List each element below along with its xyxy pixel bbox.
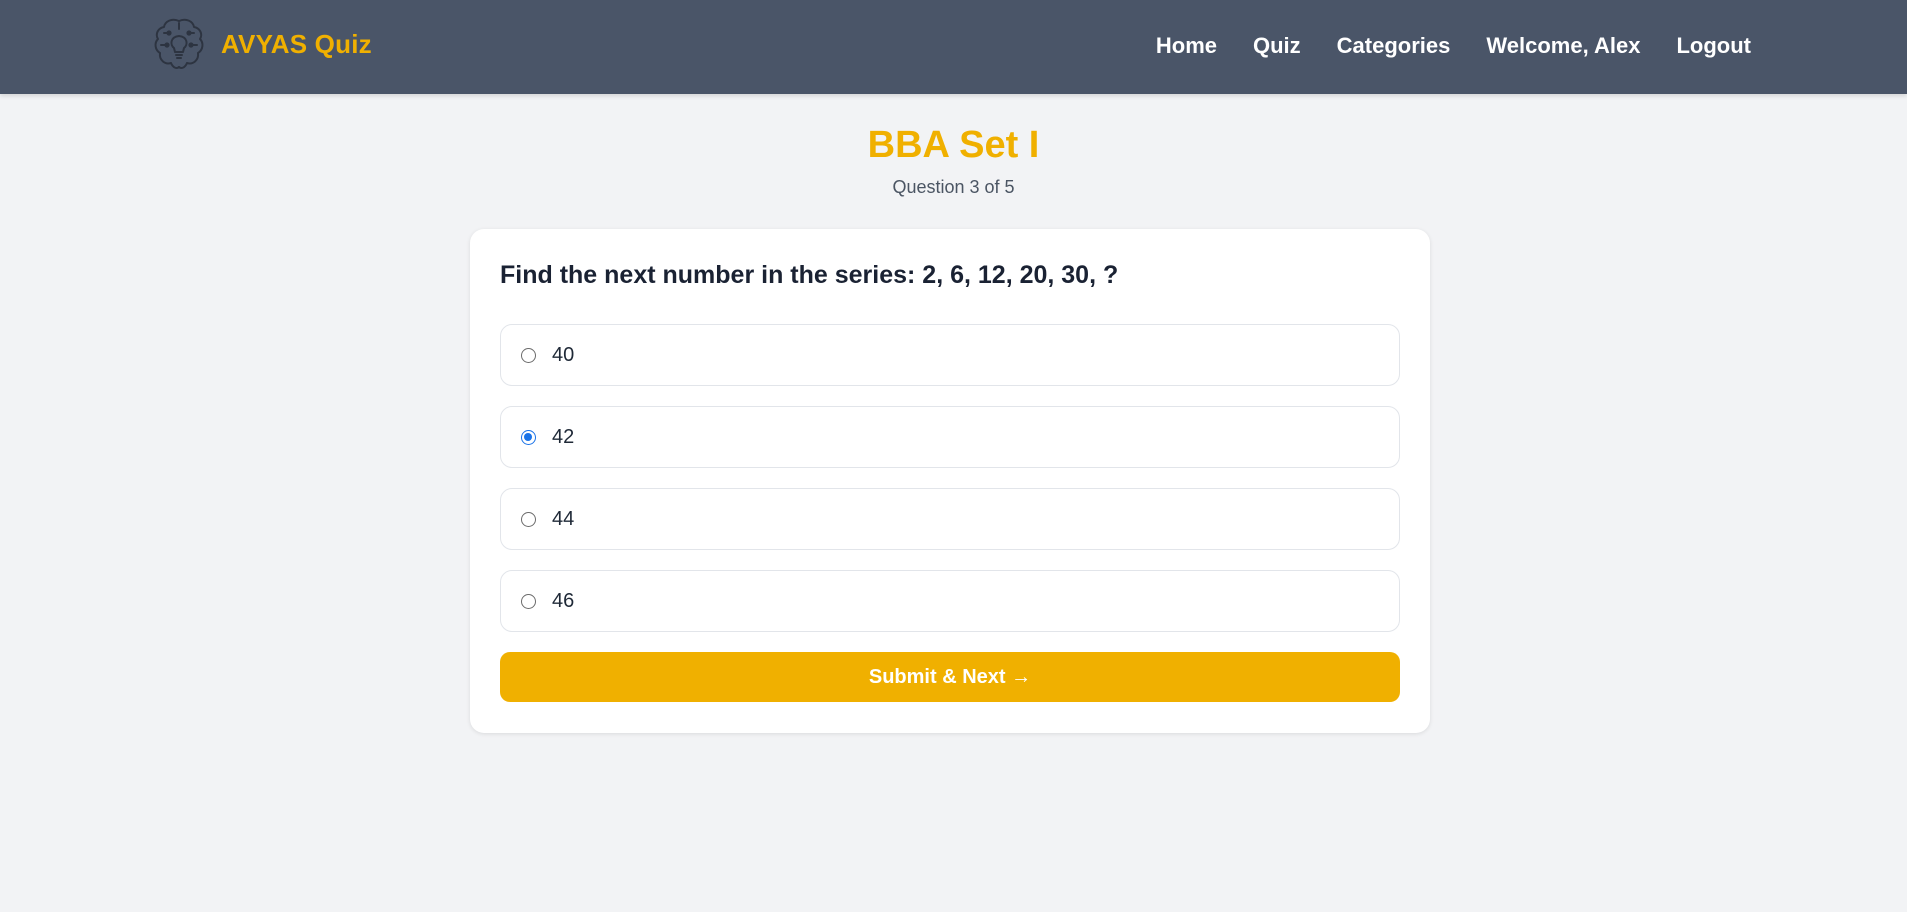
answer-radio[interactable]	[521, 347, 536, 363]
answer-option-label: 44	[552, 507, 575, 530]
question-card: Find the next number in the series: 2, 6…	[470, 229, 1430, 733]
navbar: AVYAS Quiz Home Quiz Categories Welcome,…	[0, 0, 1907, 94]
nav-links: Home Quiz Categories Welcome, Alex Logou…	[1156, 28, 1751, 64]
answer-option[interactable]: 42	[500, 406, 1400, 468]
answer-option-label: 46	[552, 589, 575, 612]
answer-option-label: 42	[552, 425, 575, 448]
brand-name: AVYAS Quiz	[221, 28, 372, 59]
answer-radio[interactable]	[521, 593, 536, 609]
quiz-title: BBA Set I	[867, 124, 1040, 166]
nav-logout-link[interactable]: Logout	[1676, 33, 1751, 59]
nav-home-link[interactable]: Home	[1156, 33, 1217, 59]
nav-quiz-link[interactable]: Quiz	[1253, 33, 1301, 59]
answer-radio[interactable]	[521, 429, 536, 445]
answer-option[interactable]: 46	[500, 570, 1400, 632]
answer-option[interactable]: 44	[500, 488, 1400, 550]
brain-lightbulb-icon	[154, 18, 204, 69]
question-text: Find the next number in the series: 2, 6…	[500, 261, 1119, 289]
nav-user-welcome-link[interactable]: Welcome, Alex	[1486, 33, 1640, 59]
submit-next-button[interactable]: Submit & Next →	[500, 652, 1400, 702]
brand[interactable]: AVYAS Quiz	[150, 15, 372, 73]
answer-option[interactable]: 40	[500, 324, 1400, 386]
nav-categories-link[interactable]: Categories	[1337, 33, 1451, 59]
answer-radio[interactable]	[521, 511, 536, 527]
question-progress: Question 3 of 5	[892, 177, 1015, 197]
answer-option-label: 40	[552, 343, 575, 366]
